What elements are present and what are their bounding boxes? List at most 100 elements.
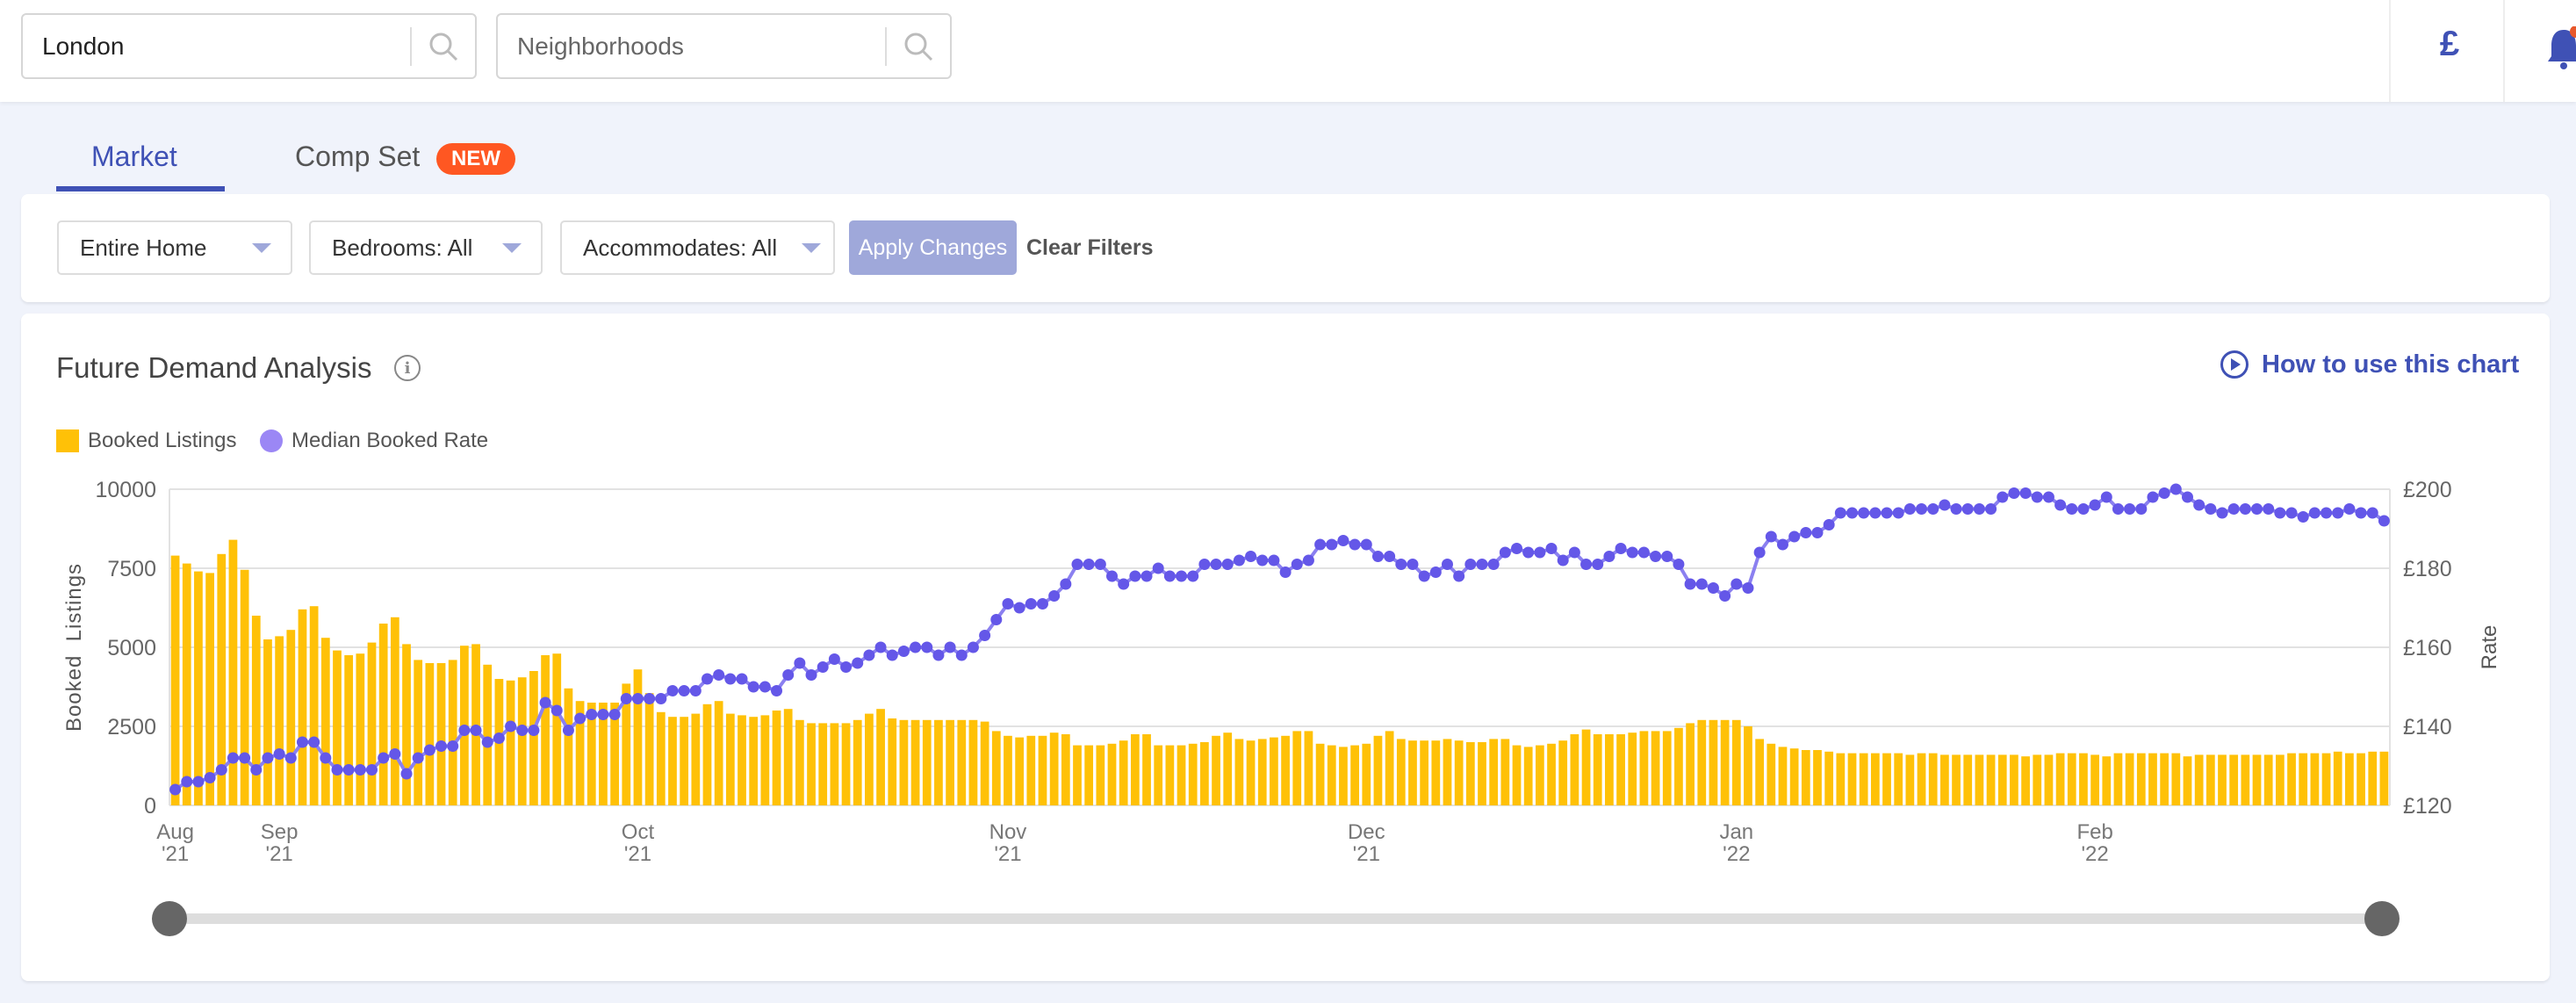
point-median-rate (1221, 559, 1234, 570)
point-median-rate (1233, 554, 1245, 566)
point-median-rate (550, 704, 563, 717)
bar-booked-listings (1847, 753, 1857, 805)
point-median-rate (2205, 503, 2217, 515)
y-left-tick-label: 10000 (95, 478, 156, 502)
point-median-rate (505, 720, 517, 732)
bar-booked-listings (760, 715, 770, 805)
bar-booked-listings (2241, 754, 2250, 805)
bar-booked-listings (725, 713, 735, 805)
point-median-rate (1268, 554, 1280, 566)
bar-booked-listings (841, 723, 851, 805)
bar-booked-listings (1605, 734, 1614, 805)
point-median-rate (2066, 503, 2078, 515)
point-median-rate (192, 776, 205, 788)
point-median-rate (1834, 507, 1846, 519)
bar-booked-listings (714, 701, 723, 805)
bar-booked-listings (1107, 743, 1117, 805)
bar-booked-listings (170, 555, 180, 805)
point-median-rate (1094, 559, 1106, 570)
point-median-rate (944, 641, 956, 653)
bar-booked-listings (1038, 735, 1047, 805)
bar-booked-listings (205, 573, 214, 805)
y-left-tick-label: 0 (144, 794, 156, 819)
bar-booked-listings (1443, 739, 1452, 805)
point-median-rate (574, 712, 586, 725)
bar-booked-listings (2160, 753, 2169, 805)
point-median-rate (1580, 559, 1593, 570)
bar-booked-listings (1281, 735, 1290, 805)
point-median-rate (967, 641, 979, 653)
bar-booked-listings (414, 660, 423, 805)
point-median-rate (2147, 491, 2159, 503)
point-median-rate (239, 752, 251, 764)
bar-booked-listings (1420, 740, 1429, 805)
point-median-rate (655, 693, 667, 704)
point-median-rate (1695, 578, 1708, 590)
bar-booked-listings (1188, 743, 1198, 805)
bar-booked-listings (517, 677, 527, 805)
bar-booked-listings (2079, 753, 2088, 805)
point-median-rate (435, 740, 448, 752)
bar-booked-listings (2055, 753, 2065, 805)
point-median-rate (1846, 507, 1859, 519)
y-right-tick-label: £200 (2403, 478, 2452, 502)
point-median-rate (586, 709, 598, 720)
point-median-rate (2031, 491, 2043, 503)
point-median-rate (2019, 487, 2032, 499)
point-median-rate (1811, 527, 1824, 538)
bar-booked-listings (1952, 754, 1961, 805)
point-median-rate (794, 657, 806, 669)
bar-booked-listings (1940, 754, 1949, 805)
point-median-rate (331, 764, 343, 776)
bar-booked-listings (738, 715, 746, 805)
y-right-tick-label: £180 (2403, 557, 2452, 581)
bar-booked-listings (356, 653, 365, 805)
bar-booked-listings (1270, 737, 1278, 805)
bar-booked-listings (702, 704, 712, 805)
point-median-rate (2321, 507, 2333, 519)
y-left-tick-label: 7500 (107, 557, 156, 581)
point-median-rate (273, 748, 285, 760)
point-median-rate (2181, 491, 2193, 503)
bar-booked-listings (1257, 739, 1267, 805)
point-median-rate (2193, 499, 2205, 511)
point-median-rate (1302, 554, 1314, 566)
bar-booked-listings (1709, 719, 1718, 805)
bar-booked-listings (1154, 745, 1163, 805)
point-median-rate (1245, 551, 1257, 562)
point-median-rate (1118, 578, 1130, 590)
bar-booked-listings (1905, 754, 1915, 805)
bar-booked-listings (1767, 743, 1776, 805)
point-median-rate (2135, 503, 2148, 515)
point-median-rate (308, 736, 320, 748)
x-tick-year: '21 (624, 842, 651, 866)
point-median-rate (2077, 503, 2090, 515)
point-median-rate (1256, 554, 1269, 566)
point-median-rate (250, 764, 263, 776)
bar-booked-listings (1558, 740, 1568, 805)
point-median-rate (678, 685, 690, 696)
point-median-rate (1650, 551, 1662, 562)
range-slider-start-handle[interactable] (152, 901, 187, 936)
bar-booked-listings (1084, 745, 1094, 805)
y-left-tick-label: 5000 (107, 636, 156, 660)
point-median-rate (181, 776, 193, 788)
point-median-rate (828, 653, 840, 665)
bar-booked-listings (1212, 735, 1220, 805)
bar-booked-listings (795, 719, 804, 805)
bar-booked-listings (1581, 729, 1591, 805)
point-median-rate (378, 752, 390, 764)
bar-booked-listings (633, 669, 643, 805)
point-median-rate (2274, 507, 2286, 519)
bar-booked-listings (2113, 753, 2123, 805)
range-slider-track[interactable] (169, 913, 2382, 924)
bar-booked-listings (2333, 751, 2342, 805)
point-median-rate (1314, 538, 1327, 551)
point-median-rate (516, 725, 529, 736)
bar-booked-listings (1489, 739, 1499, 805)
bar-booked-listings (2229, 754, 2239, 805)
bar-booked-listings (2205, 754, 2215, 805)
range-slider-end-handle[interactable] (2364, 901, 2400, 936)
bar-booked-listings (1130, 734, 1140, 805)
x-tick-month: Nov (989, 820, 1027, 844)
